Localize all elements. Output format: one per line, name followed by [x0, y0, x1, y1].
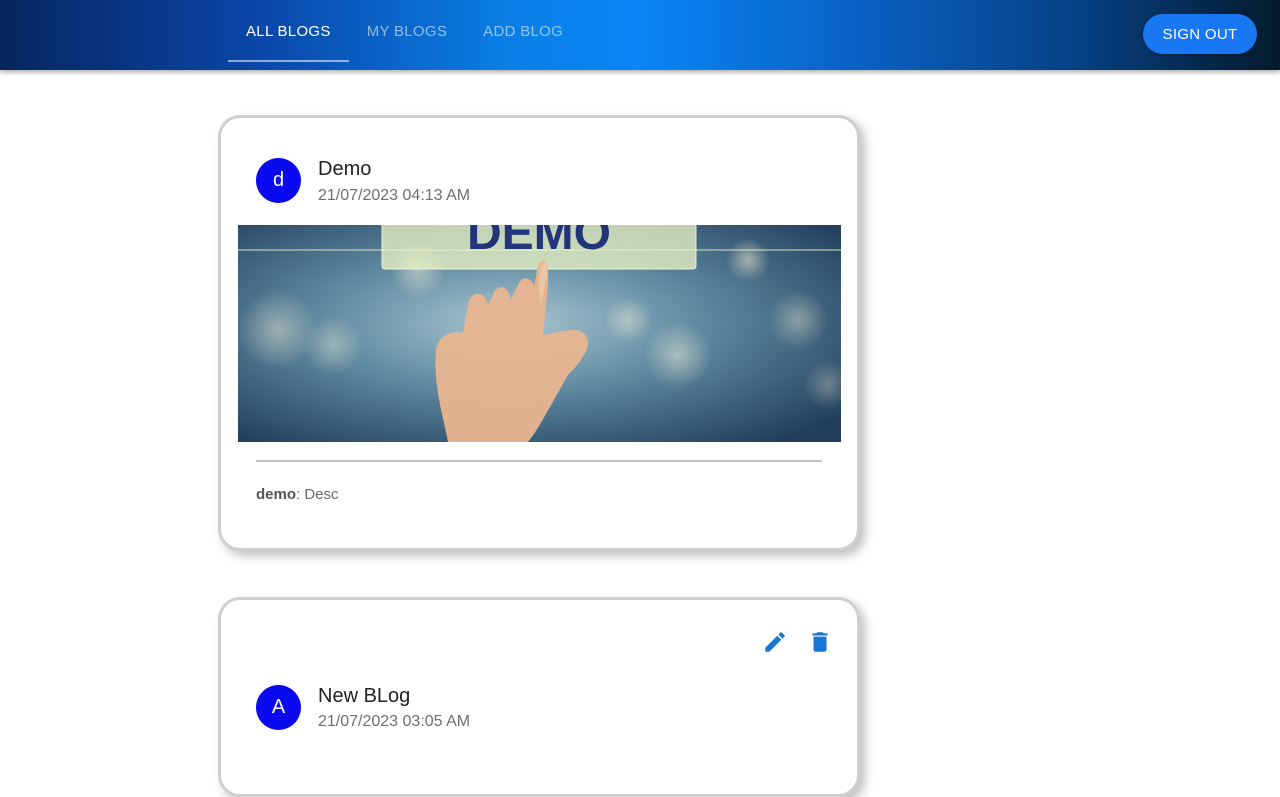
tab-add-blog[interactable]: ADD BLOG: [465, 0, 581, 62]
blog-title: New BLog: [318, 685, 411, 707]
blog-image: DEMO: [238, 225, 841, 442]
nav-tabs: ALL BLOGS MY BLOGS ADD BLOG: [228, 0, 581, 62]
avatar: d: [256, 158, 301, 203]
blog-description: demo: Desc: [256, 486, 339, 503]
edit-icon[interactable]: [762, 629, 788, 655]
divider: [256, 460, 822, 462]
blog-card: d Demo 21/07/2023 04:13 AM DEMO demo: De…: [218, 115, 860, 551]
app-bar: ALL BLOGS MY BLOGS ADD BLOG SIGN OUT: [0, 0, 1280, 70]
blog-author: demo: [256, 486, 297, 503]
blog-date: 21/07/2023 03:05 AM: [318, 713, 471, 730]
blog-title: Demo: [318, 158, 372, 180]
delete-icon[interactable]: [807, 629, 833, 655]
blog-date: 21/07/2023 04:13 AM: [318, 187, 471, 204]
blog-card: A New BLog 21/07/2023 03:05 AM: [218, 597, 860, 797]
avatar-letter: A: [271, 696, 286, 718]
tab-my-blogs[interactable]: MY BLOGS: [349, 0, 465, 62]
blog-desc-text: : Desc: [296, 486, 339, 503]
image-caption: DEMO: [467, 225, 611, 260]
tab-all-blogs[interactable]: ALL BLOGS: [228, 0, 349, 62]
avatar-letter: d: [272, 169, 285, 191]
avatar: A: [256, 685, 301, 730]
sign-out-button[interactable]: SIGN OUT: [1143, 14, 1257, 54]
